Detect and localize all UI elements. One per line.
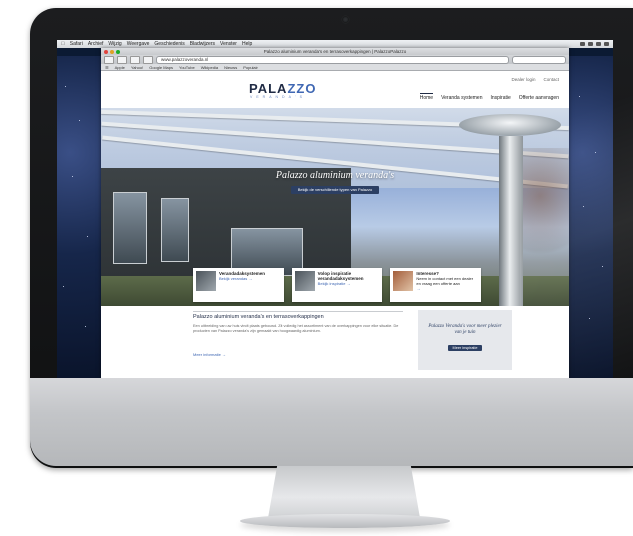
feature-link[interactable]: → bbox=[416, 286, 478, 291]
bookmark-item[interactable]: Wikipedia bbox=[201, 65, 218, 70]
desktop-wallpaper-right bbox=[569, 56, 613, 378]
window-title: Palazzo aluminium veranda's en terrasove… bbox=[263, 49, 407, 54]
bookmark-item[interactable]: Apple bbox=[115, 65, 125, 70]
content-body: Een uitbreiding van uw huis vindt plaats… bbox=[193, 324, 399, 333]
menu-item-venster[interactable]: Venster bbox=[220, 41, 237, 47]
minimize-window-icon[interactable] bbox=[110, 49, 114, 54]
menu-item-bladwijzers[interactable]: Bladwijzers bbox=[190, 41, 215, 47]
feature-card[interactable]: Volop inspiratie verandadaksystemen Beki… bbox=[291, 268, 383, 302]
nav-offerte-aanvragen[interactable]: Offerte aanvragen bbox=[519, 95, 559, 101]
volume-icon[interactable] bbox=[588, 42, 593, 46]
feature-description: Neem in contact met een dealer en vraag … bbox=[416, 276, 474, 286]
browser-window: Palazzo aluminium veranda's en terrasove… bbox=[101, 48, 569, 378]
feature-strip: Verandadaksystemen Bekijk verandas → Vol… bbox=[193, 268, 482, 302]
feature-link[interactable]: Bekijk inspiratie → bbox=[318, 281, 380, 286]
mac-menubar:  Safari Archief Wijzig Weergave Geschie… bbox=[57, 40, 613, 48]
bookmarks-bar: ☰ Apple Yahoo! Google Maps YouTube Wikip… bbox=[101, 64, 569, 71]
aside-text: Palazzo Veranda's voor meer plezier van … bbox=[428, 324, 502, 335]
nav-inspiratie[interactable]: Inspiratie bbox=[490, 95, 510, 101]
house-window bbox=[161, 198, 189, 262]
menu-item-safari[interactable]: Safari bbox=[70, 41, 83, 47]
feature-thumbnail bbox=[393, 271, 414, 291]
search-field[interactable] bbox=[512, 55, 566, 64]
imac-stand-base bbox=[240, 514, 450, 528]
feature-thumbnail bbox=[196, 271, 216, 291]
bookmark-item[interactable]: Yahoo! bbox=[131, 65, 143, 70]
address-bar[interactable]: www.palazzoveranda.nl bbox=[156, 55, 509, 64]
house-window bbox=[113, 192, 147, 264]
hero-title: Palazzo aluminium veranda's bbox=[275, 170, 395, 181]
menu-item-wijzig[interactable]: Wijzig bbox=[108, 41, 121, 47]
feature-card[interactable]: Interesse? Neem in contact met een deale… bbox=[390, 268, 482, 302]
more-inspiration-button[interactable]: Meer inspiratie bbox=[447, 345, 483, 351]
dealer-login-link[interactable]: Dealer login bbox=[511, 77, 535, 82]
menu-item-geschiedenis[interactable]: Geschiedenis bbox=[154, 41, 184, 47]
bookmark-item[interactable]: Google Maps bbox=[149, 65, 173, 70]
browser-toolbar: www.palazzoveranda.nl bbox=[101, 55, 569, 64]
reading-list-icon[interactable]: ☰ bbox=[105, 65, 109, 70]
menu-item-help[interactable]: Help bbox=[242, 41, 252, 47]
bookmark-item[interactable]: Nieuws bbox=[224, 65, 237, 70]
add-bookmark-button[interactable] bbox=[143, 55, 153, 64]
feature-thumbnail bbox=[294, 271, 315, 291]
main-navigation: Home Veranda systemen Inspiratie Offerte… bbox=[419, 93, 559, 101]
browser-titlebar[interactable]: Palazzo aluminium veranda's en terrasove… bbox=[101, 48, 569, 55]
reload-button[interactable] bbox=[130, 55, 140, 64]
imac-chin bbox=[30, 378, 633, 466]
feature-card[interactable]: Verandadaksystemen Bekijk verandas → bbox=[193, 268, 284, 302]
menu-item-archief[interactable]: Archief bbox=[88, 41, 104, 47]
divider bbox=[193, 311, 403, 312]
top-links: Dealer login Contact bbox=[511, 77, 559, 82]
zoom-window-icon[interactable] bbox=[116, 49, 120, 54]
battery-icon[interactable] bbox=[596, 42, 601, 46]
logo-tagline: VERANDA'S bbox=[250, 95, 306, 99]
bookmark-item[interactable]: Populair bbox=[243, 65, 258, 70]
patio-heater-top-image bbox=[459, 114, 561, 136]
more-info-link[interactable]: Meer informatie → bbox=[193, 352, 226, 357]
menubar-status-icons bbox=[580, 42, 613, 46]
tree-image bbox=[521, 148, 569, 268]
content-title: Palazzo aluminium veranda's en terrasove… bbox=[193, 314, 324, 320]
back-button[interactable] bbox=[104, 55, 114, 64]
camera-icon bbox=[342, 16, 349, 23]
inspiration-aside: Palazzo Veranda's voor meer plezier van … bbox=[418, 310, 512, 370]
palazzo-logo[interactable]: PALAZZO bbox=[249, 81, 316, 96]
close-window-icon[interactable] bbox=[104, 49, 108, 54]
web-viewport: PALAZZO VERANDA'S Dealer login Contact H… bbox=[101, 71, 569, 378]
logo-text-main: PALA bbox=[249, 81, 288, 96]
imac-stand bbox=[268, 466, 420, 518]
forward-button[interactable] bbox=[117, 55, 127, 64]
contact-link[interactable]: Contact bbox=[543, 77, 559, 82]
apple-menu-icon[interactable]:  bbox=[61, 41, 65, 47]
screen:  Safari Archief Wijzig Weergave Geschie… bbox=[57, 40, 613, 378]
main-content: Palazzo aluminium veranda's en terrasove… bbox=[101, 306, 569, 378]
bookmark-item[interactable]: YouTube bbox=[179, 65, 195, 70]
spotlight-search-icon[interactable] bbox=[604, 42, 609, 46]
menu-item-weergave[interactable]: Weergave bbox=[127, 41, 150, 47]
nav-home[interactable]: Home bbox=[419, 93, 434, 101]
feature-link[interactable]: Bekijk verandas → bbox=[219, 276, 265, 281]
nav-veranda-systemen[interactable]: Veranda systemen bbox=[441, 95, 482, 101]
hero-cta-button[interactable]: Bekijk de verschillende typen van Palazz… bbox=[291, 186, 379, 194]
hero-banner: Palazzo aluminium veranda's Bekijk de ve… bbox=[101, 108, 569, 306]
feature-title: Volop inspiratie verandadaksystemen bbox=[317, 271, 364, 281]
patio-heater-image bbox=[499, 136, 523, 306]
logo-text-accent: ZZO bbox=[287, 81, 317, 96]
desktop-wallpaper-left bbox=[57, 56, 101, 378]
site-header: PALAZZO VERANDA'S Dealer login Contact H… bbox=[101, 71, 569, 108]
window-controls bbox=[104, 49, 120, 54]
wifi-icon[interactable] bbox=[580, 42, 585, 46]
